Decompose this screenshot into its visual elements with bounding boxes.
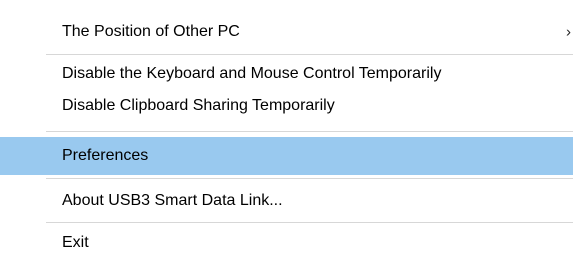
menu-item-disable-clipboard-sharing[interactable]: Disable Clipboard Sharing Temporarily [0,90,573,122]
menu-separator [46,131,573,132]
menu-item-label: Preferences [62,147,149,164]
menu-separator [46,178,573,179]
menu-item-disable-keyboard-mouse[interactable]: Disable the Keyboard and Mouse Control T… [0,58,573,90]
menu-item-label: Exit [62,234,89,251]
chevron-right-icon: › [566,23,571,41]
menu-item-label: About USB3 Smart Data Link... [62,192,283,209]
menu-item-preferences[interactable]: Preferences [0,137,573,175]
menu-item-label: Disable Clipboard Sharing Temporarily [62,97,335,114]
menu-item-exit[interactable]: Exit [0,226,573,260]
menu-separator [46,54,573,55]
menu-item-label: The Position of Other PC [62,23,240,40]
menu-item-about[interactable]: About USB3 Smart Data Link... [0,182,573,220]
context-menu: The Position of Other PC › Disable the K… [0,0,573,260]
menu-item-position-of-other-pc[interactable]: The Position of Other PC › [0,13,573,51]
menu-separator [46,222,573,223]
menu-item-label: Disable the Keyboard and Mouse Control T… [62,65,442,82]
